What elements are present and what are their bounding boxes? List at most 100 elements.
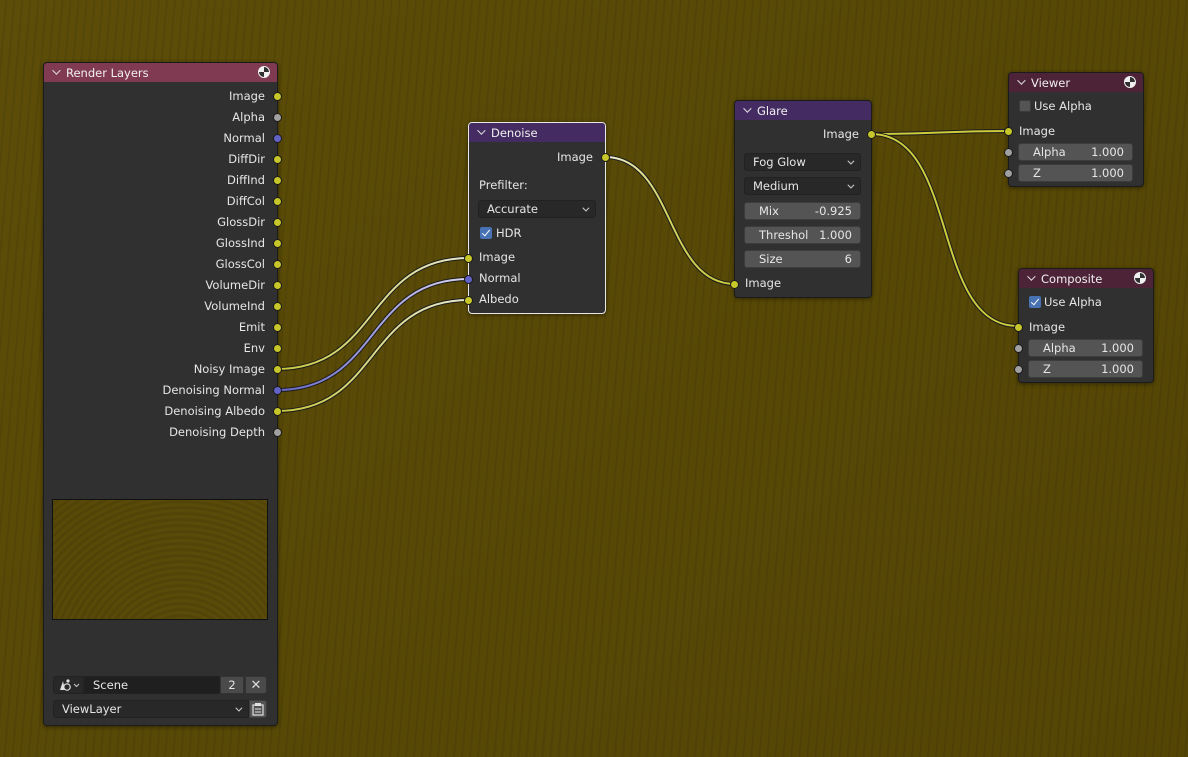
users-count-value: 2 <box>228 678 236 692</box>
collapse-chevron-icon[interactable] <box>743 105 754 116</box>
output-socket[interactable] <box>273 281 282 290</box>
viewer-node[interactable]: Viewer Use Alpha Image Alpha 1.000 Z 1.0… <box>1004 72 1144 187</box>
collapse-chevron-icon[interactable] <box>1017 77 1028 88</box>
socket-label: DiffCol <box>226 194 265 208</box>
output-socket[interactable] <box>273 344 282 353</box>
collapse-chevron-icon[interactable] <box>477 127 488 138</box>
denoise-node[interactable]: Denoise Image Prefilter: Accurate HDR Im… <box>464 122 610 314</box>
output-socket[interactable] <box>273 302 282 311</box>
use-alpha-checkbox[interactable] <box>1019 100 1031 112</box>
output-socket[interactable] <box>273 155 282 164</box>
field-value: 1.000 <box>1101 362 1134 376</box>
scene-name-field[interactable]: Scene <box>84 676 220 694</box>
field-value: 1.000 <box>1091 166 1124 180</box>
glare-header[interactable]: Glare <box>735 101 871 120</box>
input-socket-image[interactable] <box>1014 323 1023 332</box>
label-text: HDR <box>496 226 522 240</box>
collapse-chevron-icon[interactable] <box>52 67 63 78</box>
use-alpha-label: Use Alpha <box>1044 292 1102 312</box>
z-field[interactable]: Z 1.000 <box>1028 360 1143 378</box>
output-socket[interactable] <box>273 197 282 206</box>
view-layer-dropdown[interactable]: ViewLayer <box>53 700 249 718</box>
socket-label: DiffInd <box>227 173 265 187</box>
threshold-field[interactable]: Threshol 1.000 <box>744 226 861 244</box>
output-socket[interactable] <box>273 176 282 185</box>
glare-type-value: Fog Glow <box>753 155 806 169</box>
output-socket[interactable] <box>273 92 282 101</box>
socket-label: VolumeDir <box>205 278 265 292</box>
size-field[interactable]: Size 6 <box>744 250 861 268</box>
output-row: GlossDir <box>217 212 265 232</box>
input-socket-image[interactable] <box>464 254 473 263</box>
link-denoising-normal-to-denoise-normal[interactable] <box>276 277 470 392</box>
output-row: Denoising Depth <box>169 422 265 442</box>
render-layers-node[interactable]: Render Layers Image Alpha Normal DiffDir Dif… <box>43 62 282 726</box>
render-layer-button[interactable] <box>249 700 267 718</box>
socket-label: Alpha <box>232 110 265 124</box>
output-image: Image <box>823 124 859 144</box>
alpha-field[interactable]: Alpha 1.000 <box>1028 339 1143 357</box>
composite-node[interactable]: Composite Use Alpha Image Alpha 1.000 Z … <box>1014 268 1154 383</box>
output-socket[interactable] <box>273 134 282 143</box>
output-socket[interactable] <box>273 365 282 374</box>
socket-label: VolumeInd <box>204 299 265 313</box>
render-layers-header[interactable]: Render Layers <box>44 63 277 82</box>
output-socket-image[interactable] <box>601 153 610 162</box>
link-denoise-image-to-glare-image[interactable] <box>604 155 736 286</box>
output-socket[interactable] <box>273 428 282 437</box>
hdr-checkbox[interactable] <box>480 227 492 239</box>
output-socket-image[interactable] <box>867 130 876 139</box>
glare-node[interactable]: Glare Image Fog Glow Medium Mix -0.925 T… <box>730 100 876 298</box>
quality-dropdown[interactable]: Medium <box>744 177 861 195</box>
link-glare-image-to-composite-image[interactable] <box>870 132 1019 328</box>
socket-label: Image <box>822 127 859 141</box>
input-socket-image[interactable] <box>1004 127 1013 136</box>
viewer-header[interactable]: Viewer <box>1009 73 1143 92</box>
output-socket[interactable] <box>273 407 282 416</box>
input-normal: Normal <box>479 268 521 288</box>
label-text: Use Alpha <box>1034 99 1092 113</box>
use-alpha-checkbox[interactable] <box>1029 296 1041 308</box>
output-image: Image <box>557 147 593 167</box>
denoise-header[interactable]: Denoise <box>469 123 605 142</box>
z-field[interactable]: Z 1.000 <box>1018 164 1133 182</box>
socket-label: Normal <box>479 271 521 285</box>
render-preview-icon[interactable] <box>258 66 270 78</box>
output-row: DiffCol <box>227 191 265 211</box>
input-socket-z[interactable] <box>1004 169 1013 178</box>
input-socket-alpha[interactable] <box>1014 344 1023 353</box>
unlink-scene-button[interactable]: ✕ <box>245 676 267 694</box>
socket-label: GlossCol <box>215 257 265 271</box>
link-denoising-albedo-to-denoise-albedo[interactable] <box>276 298 470 413</box>
input-socket-z[interactable] <box>1014 365 1023 374</box>
output-socket[interactable] <box>273 218 282 227</box>
output-row: Env <box>244 338 265 358</box>
field-label: Alpha <box>1043 341 1076 355</box>
prefilter-value: Accurate <box>487 202 538 216</box>
field-label: Size <box>759 252 783 266</box>
input-socket-albedo[interactable] <box>464 296 473 305</box>
node-title: Denoise <box>491 125 538 140</box>
output-socket[interactable] <box>273 239 282 248</box>
glare-type-dropdown[interactable]: Fog Glow <box>744 153 861 171</box>
composite-header[interactable]: Composite <box>1019 269 1153 288</box>
collapse-chevron-icon[interactable] <box>1027 273 1038 284</box>
output-socket[interactable] <box>273 260 282 269</box>
field-label: Z <box>1043 362 1051 376</box>
scene-users-count[interactable]: 2 <box>220 676 244 694</box>
alpha-field[interactable]: Alpha 1.000 <box>1018 143 1133 161</box>
link-glare-image-to-viewer-image[interactable] <box>870 129 1009 136</box>
field-value: 6 <box>844 252 852 266</box>
output-socket[interactable] <box>273 386 282 395</box>
preview-toggle-icon[interactable] <box>1134 272 1146 284</box>
input-socket-normal[interactable] <box>464 275 473 284</box>
output-socket[interactable] <box>273 323 282 332</box>
prefilter-dropdown[interactable]: Accurate <box>478 200 596 218</box>
input-socket-alpha[interactable] <box>1004 148 1013 157</box>
scene-selector[interactable] <box>53 676 84 694</box>
output-socket[interactable] <box>273 113 282 122</box>
input-socket-image[interactable] <box>730 280 739 289</box>
mix-field[interactable]: Mix -0.925 <box>744 202 861 220</box>
output-row: Image <box>229 86 265 106</box>
preview-toggle-icon[interactable] <box>1124 76 1136 88</box>
